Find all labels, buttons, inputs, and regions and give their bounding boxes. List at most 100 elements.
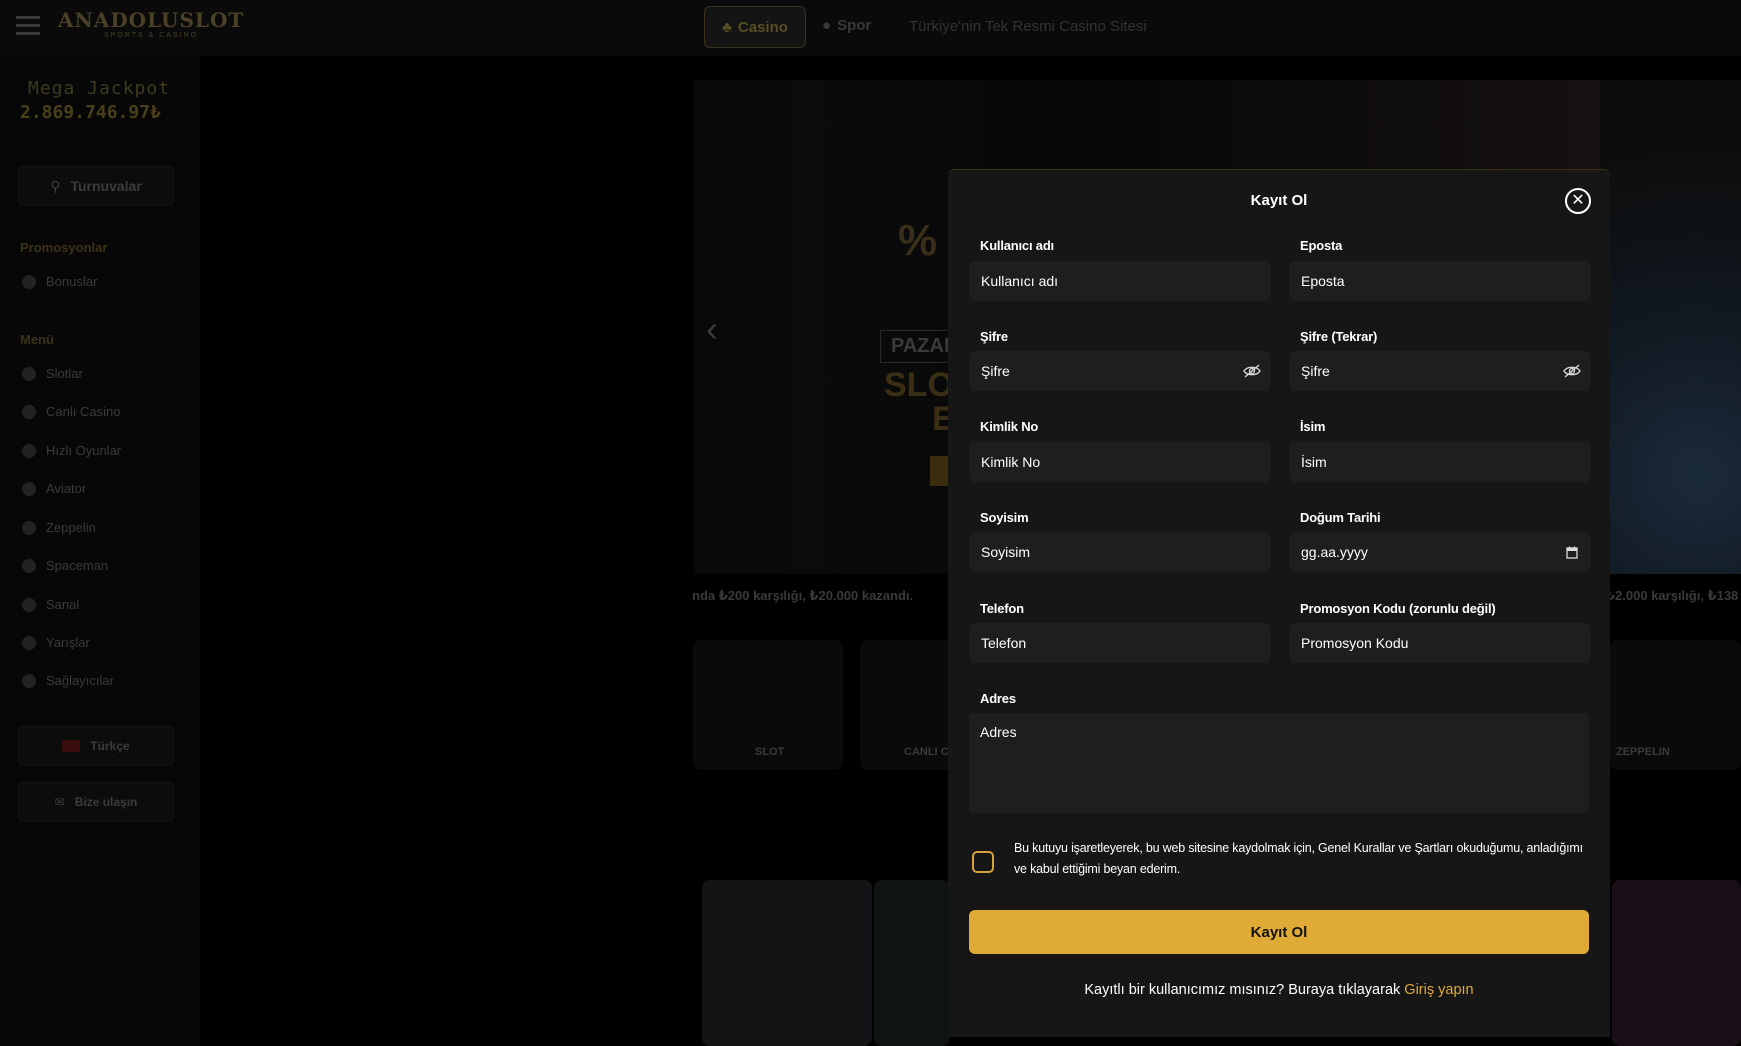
username-placeholder: Kullanıcı adı — [981, 273, 1059, 289]
game-thumb[interactable] — [702, 880, 872, 1046]
email-label: Eposta — [1300, 238, 1343, 253]
sidebar-item-label: Canlı Casino — [46, 404, 121, 419]
register-submit-button[interactable]: Kayıt Ol — [969, 910, 1589, 954]
providers-icon — [22, 673, 36, 688]
nav-spor-label: Spor — [837, 17, 872, 34]
sidebar-item-bonuses[interactable]: Bonuslar — [22, 274, 97, 289]
username-label: Kullanıcı adı — [980, 238, 1054, 253]
banner-percent: % — [898, 216, 938, 265]
login-prompt-text: Kayıtlı bir kullanıcımız mısınız? Buraya… — [1084, 982, 1401, 998]
modal-title: Kayıt Ol — [1250, 192, 1308, 209]
login-link[interactable]: Giriş yapın — [1404, 982, 1473, 998]
winner-ticker-right: ₺2.000 karşılığı, ₺138 — [1606, 588, 1739, 603]
eye-off-icon[interactable] — [1234, 364, 1270, 378]
nav-casino-label: Casino — [737, 18, 788, 36]
id-no-field[interactable]: Kimlik No — [970, 442, 1270, 482]
password-repeat-placeholder: Şifre — [1301, 363, 1330, 379]
jackpot-value: 2.869.746.97₺ — [20, 102, 161, 123]
address-field[interactable]: Adres — [969, 713, 1589, 813]
terms-text: Bu kutuyu işaretleyerek, bu web sitesine… — [1014, 841, 1583, 876]
terms-checkbox[interactable] — [972, 851, 994, 873]
sidebar-item-label: Aviator — [46, 481, 87, 496]
game-thumb[interactable] — [874, 880, 950, 1046]
address-label: Adres — [980, 691, 1016, 706]
sidebar-item-providers[interactable]: Sağlayıcılar — [22, 673, 114, 688]
id-no-placeholder: Kimlik No — [981, 454, 1041, 470]
password-field[interactable]: Şifre — [970, 351, 1270, 391]
first-name-field[interactable]: İsim — [1290, 442, 1590, 482]
logo[interactable]: ANADOLUSLOT — [58, 8, 244, 32]
sidebar-item-label: Bonuslar — [46, 274, 98, 289]
sidebar-item-label: Yarışlar — [46, 635, 90, 650]
ball-icon: ● — [822, 17, 832, 34]
birth-date-label: Doğum Tarihi — [1300, 510, 1381, 525]
phone-placeholder: Telefon — [981, 635, 1027, 651]
tournament-icon: ⚲ — [50, 177, 61, 194]
sidebar-item-races[interactable]: Yarışlar — [22, 635, 90, 650]
winner-ticker-left: nda ₺200 karşılığı, ₺20.000 kazandı. — [692, 588, 914, 603]
language-button[interactable]: Türkçe — [18, 726, 174, 766]
top-bar: ANADOLUSLOT SPORTS & CASINO ♣ Casino ● S… — [0, 0, 1741, 56]
last-name-placeholder: Soyisim — [981, 544, 1031, 560]
calendar-icon[interactable] — [1554, 546, 1590, 559]
sidebar-item-label: Sanal — [46, 597, 80, 612]
contact-label: Bize ulaşın — [74, 795, 138, 809]
birth-date-placeholder: gg.aa.yyyy — [1301, 544, 1368, 560]
sidebar-item-zeppelin[interactable]: Zeppelin — [22, 520, 96, 535]
sidebar-item-spaceman[interactable]: Spaceman — [22, 558, 108, 573]
sidebar-item-label: Spaceman — [46, 558, 109, 573]
plane-icon — [22, 481, 36, 496]
password-repeat-field[interactable]: Şifre — [1290, 351, 1590, 391]
zeppelin-icon — [22, 520, 36, 535]
email-field[interactable]: Eposta — [1290, 261, 1590, 301]
eye-off-icon[interactable] — [1554, 364, 1590, 378]
ball-icon — [22, 597, 36, 612]
id-no-label: Kimlik No — [980, 419, 1039, 434]
sidebar: Mega Jackpot 2.869.746.97₺ ⚲ Turnuvalar … — [0, 56, 200, 1046]
sidebar-item-fast-games[interactable]: Hızlı Oyunlar — [22, 443, 121, 458]
menu-icon[interactable] — [16, 16, 40, 36]
phone-field[interactable]: Telefon — [970, 623, 1270, 663]
sidebar-item-aviator[interactable]: Aviator — [22, 481, 86, 496]
sidebar-item-label: Zeppelin — [46, 520, 96, 535]
language-label: Türkçe — [90, 739, 130, 753]
slot-icon — [22, 366, 36, 381]
slot-icon: ♣ — [722, 18, 732, 36]
password-repeat-label: Şifre (Tekrar) — [1300, 329, 1378, 344]
promo-code-label: Promosyon Kodu (zorunlu değil) — [1300, 601, 1496, 616]
birth-date-field[interactable]: gg.aa.yyyy — [1290, 532, 1590, 572]
sidebar-item-slots[interactable]: Slotlar — [22, 366, 83, 381]
nav-casino-tab[interactable]: ♣ Casino — [704, 6, 806, 48]
logo-subtitle: SPORTS & CASINO — [104, 32, 199, 39]
category-zeppelin-label: ZEPPELIN — [1616, 746, 1670, 758]
tagline: Türkiye'nin Tek Resmi Casino Sitesi — [909, 18, 1147, 35]
contact-button[interactable]: ✉ Bize ulaşın — [18, 782, 174, 822]
address-placeholder: Adres — [980, 724, 1017, 740]
promo-code-field[interactable]: Promosyon Kodu — [1290, 623, 1590, 663]
first-name-label: İsim — [1300, 419, 1326, 434]
close-icon[interactable]: ✕ — [1565, 188, 1591, 214]
horse-icon — [22, 635, 36, 650]
register-modal: Kayıt Ol ✕ Kullanıcı adı Kullanıcı adı E… — [948, 169, 1610, 1037]
email-placeholder: Eposta — [1301, 273, 1345, 289]
phone-label: Telefon — [980, 601, 1024, 616]
jackpot-label: Mega Jackpot — [28, 78, 171, 99]
gift-icon — [22, 274, 36, 289]
first-name-placeholder: İsim — [1301, 454, 1327, 470]
password-placeholder: Şifre — [981, 363, 1010, 379]
sidebar-item-label: Slotlar — [46, 366, 83, 381]
sidebar-item-virtual[interactable]: Sanal — [22, 597, 79, 612]
menu-heading: Menü — [20, 332, 54, 347]
game-thumb[interactable] — [1612, 880, 1741, 1046]
sidebar-item-label: Hızlı Oyunlar — [46, 443, 122, 458]
tournaments-button[interactable]: ⚲ Turnuvalar — [18, 166, 174, 206]
last-name-field[interactable]: Soyisim — [970, 532, 1270, 572]
sidebar-item-live-casino[interactable]: Canlı Casino — [22, 404, 120, 419]
chevron-left-icon[interactable]: ‹ — [706, 308, 718, 350]
sidebar-item-label: Sağlayıcılar — [46, 673, 114, 688]
username-field[interactable]: Kullanıcı adı — [970, 261, 1270, 301]
flag-icon — [62, 740, 81, 752]
tournaments-label: Turnuvalar — [70, 178, 142, 194]
nav-spor-tab[interactable]: ● Spor — [822, 17, 871, 34]
promo-code-placeholder: Promosyon Kodu — [1301, 635, 1409, 651]
